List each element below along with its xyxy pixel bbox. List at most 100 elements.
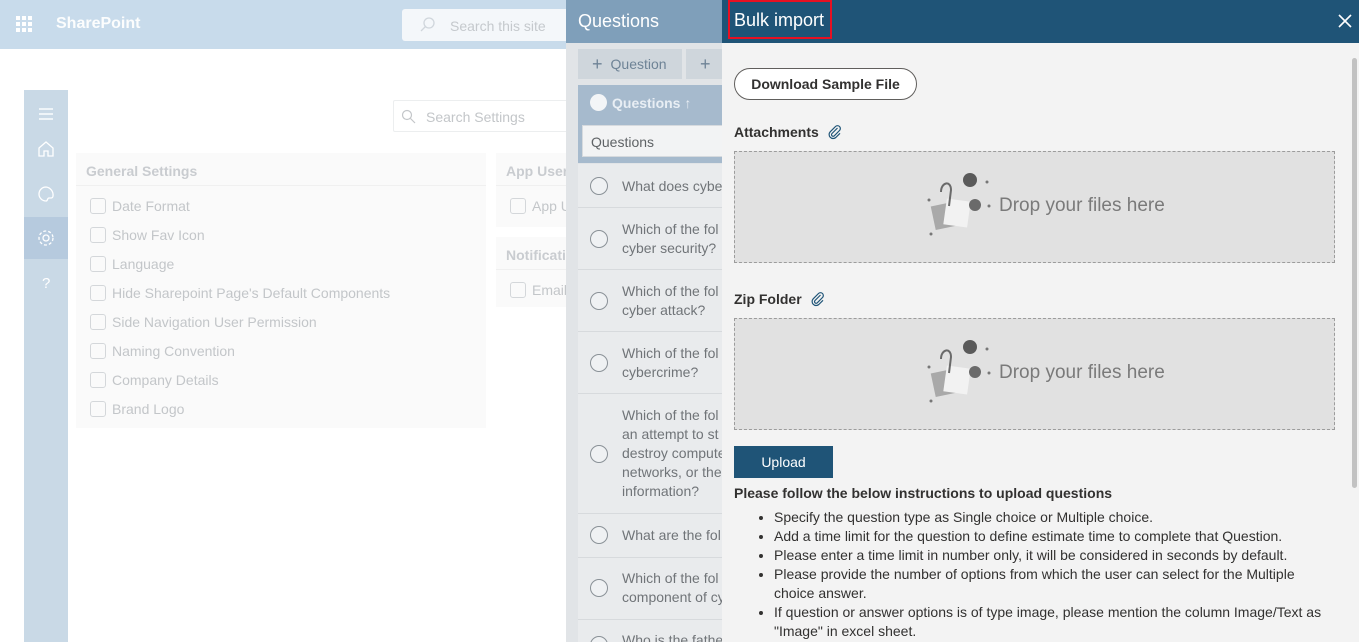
upload-button[interactable]: Upload [734,446,833,478]
setting-hide-default-components[interactable]: Hide Sharepoint Page's Default Component… [90,283,390,303]
settings-search-placeholder: Search Settings [426,109,525,125]
site-search-box[interactable]: Search this site [402,9,572,41]
row-select-radio[interactable] [590,579,608,597]
instructions-list: Specify the question type as Single choi… [774,508,1334,641]
notifications-card: Notificati Email [496,237,576,307]
question-text: Which of the fol cybercrime? [622,345,719,380]
row-select-radio[interactable] [590,177,608,195]
select-all-checkbox[interactable] [590,94,607,111]
questions-column-header[interactable]: Questions ↑ Questions [578,85,726,163]
list-item[interactable]: What are the fol [578,514,726,558]
add-item-button[interactable]: + [686,49,726,79]
home-icon[interactable] [36,139,56,159]
setting-label: Side Navigation User Permission [112,314,317,330]
list-item[interactable]: Which of the fol cyber security? [578,208,726,270]
setting-naming-convention[interactable]: Naming Convention [90,341,235,361]
badge-icon [90,401,106,417]
row-select-radio[interactable] [590,445,608,463]
setting-date-format[interactable]: Date Format [90,196,190,216]
questions-column-label: Questions ↑ [612,95,692,111]
row-select-radio[interactable] [590,292,608,310]
setting-label: Language [112,256,175,272]
instructions-title: Please follow the below instructions to … [734,485,1113,501]
question-text: Who is the fathe [622,632,724,642]
list-item[interactable]: What does cyber [578,164,727,208]
dialog-scrollbar[interactable] [1352,58,1357,488]
add-question-button[interactable]: + Question [578,49,682,79]
search-icon [420,17,435,32]
setting-label: Company Details [112,372,219,388]
close-icon[interactable] [1337,13,1353,29]
setting-side-navigation-permission[interactable]: Side Navigation User Permission [90,312,317,332]
setting-email[interactable]: Email [510,280,567,300]
question-text: Which of the fol an attempt to st destro… [622,407,726,499]
attachments-label: Attachments [734,124,819,140]
list-item[interactable]: Which of the fol cyber attack? [578,270,726,332]
setting-label: Date Format [112,198,190,214]
questions-panel: Questions + Question + Questions ↑ Quest… [566,0,727,642]
fav-icon [90,227,106,243]
general-settings-card: General Settings Date Format Show Fav Ic… [76,153,486,428]
setting-brand-logo[interactable]: Brand Logo [90,399,184,419]
setting-company-details[interactable]: Company Details [90,370,219,390]
settings-search-input[interactable]: Search Settings [393,100,573,132]
list-item[interactable]: Who is the fathe [578,620,726,642]
attachments-label-row: Attachments [734,124,843,140]
question-text: What are the fol [622,527,721,543]
palette-icon[interactable] [36,184,56,204]
paperclip-icon [811,292,824,307]
app-users-card: App User App U [496,153,576,227]
org-chart-icon [90,372,106,388]
setting-label: Hide Sharepoint Page's Default Component… [112,285,391,301]
list-item[interactable]: Which of the fol component of cy [578,558,726,620]
download-sample-file-button[interactable]: Download Sample File [734,68,917,100]
attachments-dropzone[interactable]: Drop your files here [734,151,1335,263]
row-select-radio[interactable] [590,636,608,642]
app-launcher-icon[interactable] [16,16,32,32]
question-text: What does cyber [622,178,728,194]
add-question-label: Question [610,56,667,72]
paperclip-icon [828,125,841,140]
app-users-title: App User [506,163,569,179]
left-navigation-rail: ? [24,90,68,642]
calendar-icon [90,198,106,214]
list-item[interactable]: Which of the fol cybercrime? [578,332,726,394]
email-icon [510,282,526,298]
zip-folder-label: Zip Folder [734,291,802,307]
setting-show-fav-icon[interactable]: Show Fav Icon [90,225,205,245]
dialog-title: Bulk import [734,10,825,30]
naming-icon [90,343,106,359]
list-item[interactable]: Which of the fol an attempt to st destro… [578,394,726,514]
zip-folder-drop-text: Drop your files here [999,362,1165,383]
plus-icon: + [700,53,711,74]
notifications-title: Notificati [506,247,566,263]
questions-panel-header: Questions [566,0,726,43]
row-select-radio[interactable] [590,230,608,248]
hamburger-menu-icon[interactable] [36,104,56,124]
setting-label: Brand Logo [112,401,185,417]
questions-panel-title: Questions [578,11,660,31]
page-icon [90,285,106,301]
setting-label: Naming Convention [112,343,235,359]
question-text: Which of the fol cyber security? [622,221,719,256]
row-select-radio[interactable] [590,526,608,544]
instruction-item: Add a time limit for the question to def… [774,527,1334,546]
setting-label: Show Fav Icon [112,227,205,243]
instruction-item: If question or answer options is of type… [774,603,1334,641]
zip-folder-dropzone[interactable]: Drop your files here [734,318,1335,430]
instruction-item: Please provide the number of options fro… [774,565,1334,603]
questions-filter-input[interactable]: Questions [582,125,726,157]
question-text: Which of the fol cyber attack? [622,283,719,318]
setting-language[interactable]: Language [90,254,174,274]
users-icon [510,198,526,214]
dialog-header: Bulk import [722,0,1359,43]
help-icon[interactable]: ? [36,272,56,292]
svg-text:?: ? [42,275,50,292]
row-select-radio[interactable] [590,354,608,372]
divider [496,269,576,270]
user-permission-icon [90,314,106,330]
sharepoint-brand[interactable]: SharePoint [56,15,140,33]
general-settings-title: General Settings [86,163,198,179]
setting-app-users[interactable]: App U [510,196,571,216]
settings-nav-item[interactable] [24,217,68,259]
